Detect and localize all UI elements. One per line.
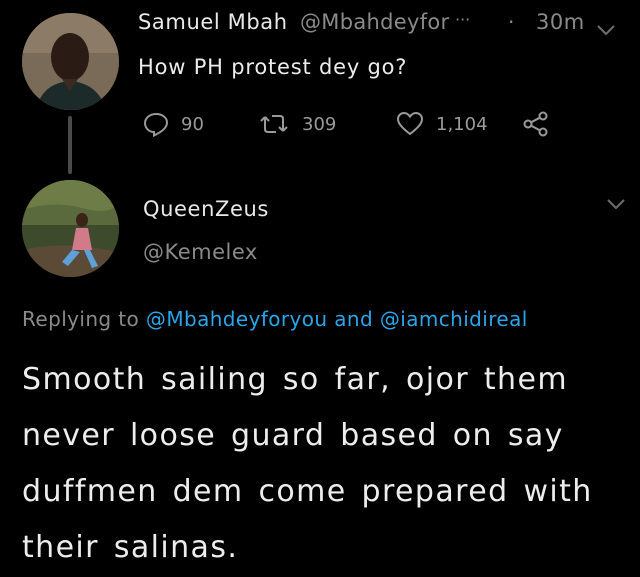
reply-button[interactable]: 90 bbox=[143, 110, 204, 138]
avatar-samuel-mbah[interactable] bbox=[22, 13, 119, 110]
reply-icon bbox=[143, 112, 169, 137]
share-button[interactable] bbox=[522, 110, 550, 138]
parent-timestamp[interactable]: 30m bbox=[536, 10, 585, 34]
like-icon bbox=[396, 111, 424, 136]
handle-truncation: ··· bbox=[455, 10, 471, 29]
tweet-thread: Samuel Mbah @Mbahdeyfor ··· · 30m How PH… bbox=[0, 0, 640, 577]
chevron-down-icon[interactable] bbox=[606, 196, 626, 215]
reply-author-handle[interactable]: @Kemelex bbox=[143, 240, 258, 264]
like-button[interactable]: 1,104 bbox=[396, 110, 488, 138]
reply-author-name[interactable]: QueenZeus bbox=[143, 197, 269, 221]
separator-dot: · bbox=[508, 10, 515, 34]
parent-tweet-text: How PH protest dey go? bbox=[138, 55, 408, 79]
thread-connector bbox=[68, 116, 72, 174]
mention-link[interactable]: @iamchidireal bbox=[380, 307, 528, 331]
retweet-icon bbox=[260, 115, 288, 133]
avatar-queenzeus[interactable] bbox=[22, 180, 119, 277]
share-icon bbox=[523, 111, 548, 137]
mention-link[interactable]: @Mbahdeyforyou bbox=[146, 307, 328, 331]
reply-count: 90 bbox=[181, 113, 204, 135]
reply-tweet-text: Smooth sailing so far, ojor them never l… bbox=[22, 362, 593, 565]
like-count: 1,104 bbox=[436, 113, 488, 135]
retweet-button[interactable]: 309 bbox=[258, 110, 336, 138]
parent-author-name[interactable]: Samuel Mbah bbox=[138, 10, 288, 34]
replying-to-line: Replying to @Mbahdeyforyou and @iamchidi… bbox=[22, 307, 528, 331]
replying-conjunction: and bbox=[334, 307, 374, 331]
chevron-down-icon[interactable] bbox=[596, 22, 616, 41]
parent-author-handle[interactable]: @Mbahdeyfor bbox=[300, 10, 449, 34]
retweet-count: 309 bbox=[302, 113, 337, 135]
replying-prefix: Replying to bbox=[22, 307, 140, 331]
